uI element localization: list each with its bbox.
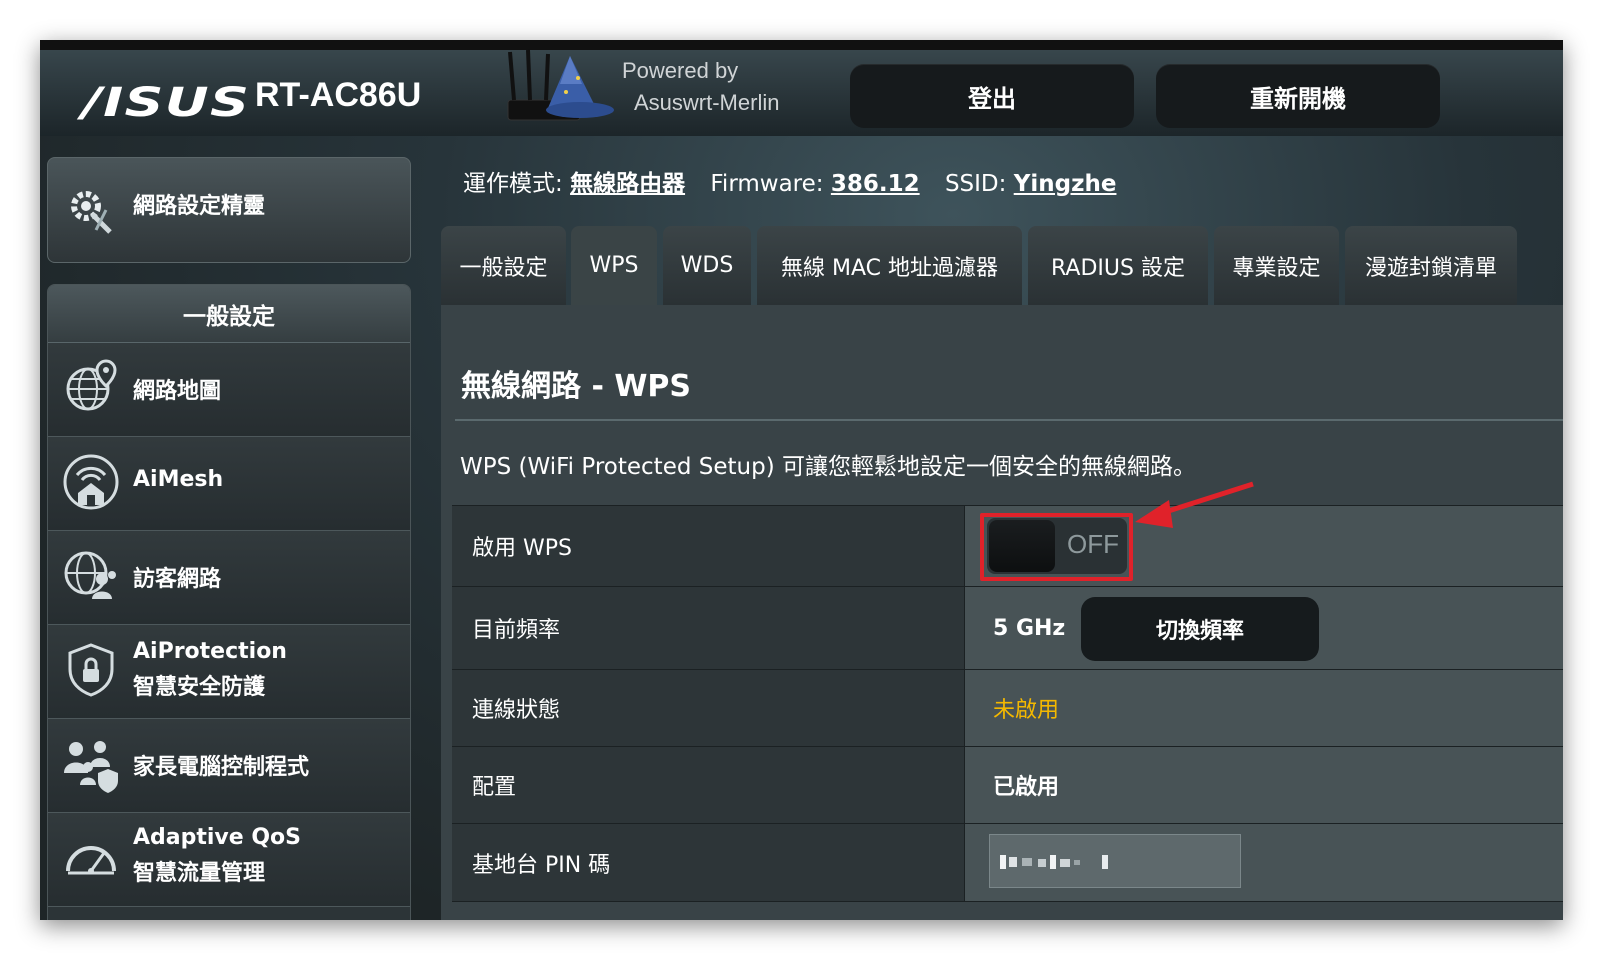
sidebar-item-aimesh[interactable]: AiMesh	[48, 437, 410, 531]
firmware-link[interactable]: 386.12	[831, 171, 920, 197]
band-value: 5 GHz	[993, 615, 1066, 641]
tab-general[interactable]: 一般設定	[441, 226, 566, 305]
current-band-label: 目前頻率	[452, 587, 965, 669]
wizard-gear-icon	[71, 191, 112, 234]
tab-wds[interactable]: WDS	[663, 226, 751, 305]
highlight-annotation-box	[980, 513, 1133, 581]
config-value: 已啟用	[993, 775, 1060, 800]
tab-mac-filter[interactable]: 無線 MAC 地址過濾器	[757, 226, 1022, 305]
table-row-ap-pin: 基地台 PIN 碼	[452, 824, 1563, 902]
router-admin-window: /ISUS RT-AC86U Powered by Asuswrt-Merlin…	[40, 40, 1563, 920]
table-row-current-band: 目前頻率 5 GHz 切換頻率	[452, 587, 1563, 670]
firmware-brand-label: Asuswrt-Merlin	[634, 90, 780, 115]
status-info-line: 運作模式: 無線路由器 Firmware: 386.12 SSID: Yingz…	[463, 164, 1134, 198]
sidebar-item-aiprotection[interactable]: AiProtection 智慧安全防護	[48, 625, 410, 719]
sidebar-item-adaptive-qos[interactable]: Adaptive QoS 智慧流量管理	[48, 813, 410, 907]
ssid-link[interactable]: Yingzhe	[1014, 171, 1117, 197]
connection-status-value: 未啟用	[965, 670, 1563, 746]
table-row-connection-status: 連線狀態 未啟用	[452, 670, 1563, 747]
switch-band-button[interactable]: 切換頻率	[1081, 597, 1319, 661]
router-wizard-icon	[507, 49, 614, 121]
sidebar-item-label: AiProtection	[133, 639, 287, 664]
logout-button[interactable]: 登出	[850, 64, 1134, 128]
red-arrow-annotation	[1135, 481, 1254, 528]
firmware-label: Firmware:	[710, 171, 824, 197]
tab-professional[interactable]: 專業設定	[1214, 226, 1339, 305]
sidebar-item-sublabel: 智慧流量管理	[133, 861, 266, 886]
sidebar-item-label: 網路地圖	[133, 379, 222, 404]
speedometer-icon	[66, 846, 116, 875]
current-band-value: 5 GHz 切換頻率	[965, 587, 1563, 669]
tab-wps[interactable]: WPS	[571, 226, 657, 305]
connection-status-label: 連線狀態	[452, 670, 965, 746]
header-bar: /ISUS RT-AC86U Powered by Asuswrt-Merlin…	[40, 40, 1563, 136]
ssid-label: SSID:	[944, 171, 1007, 197]
sidebar-item-parental-control[interactable]: 家長電腦控制程式	[48, 719, 410, 813]
parental-control-icon	[64, 741, 118, 793]
wizard-label: 網路設定精靈	[133, 194, 266, 219]
reboot-button[interactable]: 重新開機	[1156, 64, 1440, 128]
sidebar-item-guest-network[interactable]: 訪客網路	[48, 531, 410, 625]
sidebar-item-label: 訪客網路	[133, 567, 222, 592]
mode-link[interactable]: 無線路由器	[570, 171, 685, 197]
sidebar-group-title: 一般設定	[48, 285, 410, 343]
powered-by-label: Powered by	[622, 58, 739, 83]
configuration-value: 已啟用	[965, 747, 1563, 823]
status-value: 未啟用	[993, 698, 1060, 723]
pin-obscured	[1000, 855, 1108, 869]
wps-panel: 無線網路 - WPS WPS (WiFi Protected Setup) 可讓…	[441, 305, 1563, 920]
sidebar-item-label: 家長電腦控制程式	[133, 755, 310, 780]
ap-pin-value	[965, 824, 1563, 901]
sidebar-item-sublabel: 智慧安全防護	[133, 675, 266, 700]
enable-wps-label: 啟用 WPS	[452, 506, 965, 586]
configuration-label: 配置	[452, 747, 965, 823]
network-wizard-button[interactable]: 網路設定精靈	[47, 157, 411, 263]
table-row-configuration: 配置 已啟用	[452, 747, 1563, 824]
guest-network-icon	[64, 551, 116, 599]
mode-label: 運作模式:	[463, 171, 563, 197]
page-description: WPS (WiFi Protected Setup) 可讓您輕鬆地設定一個安全的…	[460, 454, 1196, 480]
pin-field	[989, 834, 1241, 888]
title-divider	[455, 419, 1563, 421]
page-title: 無線網路 - WPS	[461, 369, 692, 404]
sidebar-item-network-map[interactable]: 網路地圖	[48, 343, 410, 437]
sidebar-general-group: 一般設定 網路地圖 AiMesh 訪客網路 AiProtection 智慧安全防…	[47, 284, 411, 920]
ap-pin-label: 基地台 PIN 碼	[452, 824, 965, 901]
shield-lock-icon	[68, 643, 114, 697]
sidebar-item-label: AiMesh	[133, 467, 224, 492]
asus-logo: /ISUS	[82, 80, 251, 126]
globe-pin-icon	[66, 359, 117, 411]
model-name: RT-AC86U	[255, 76, 422, 114]
aimesh-icon	[63, 454, 119, 510]
tab-roaming-block[interactable]: 漫遊封鎖清單	[1345, 226, 1517, 305]
tab-radius[interactable]: RADIUS 設定	[1028, 226, 1208, 305]
sidebar-item-label: Adaptive QoS	[133, 825, 302, 850]
